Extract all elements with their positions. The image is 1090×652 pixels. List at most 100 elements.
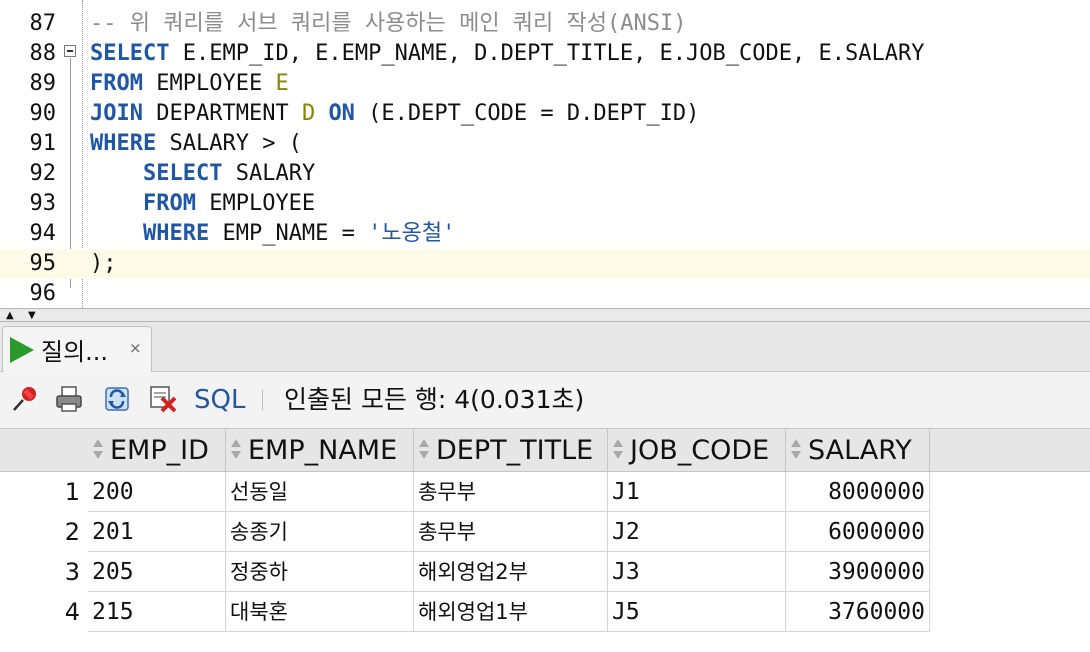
code-token: EMPLOYEE xyxy=(142,71,276,96)
fetch-status: 인출된 모든 행: 4(0.031초) xyxy=(284,385,585,414)
code-text: FROM EMPLOYEE xyxy=(90,189,315,219)
print-icon[interactable] xyxy=(54,384,84,414)
line-number: 94 xyxy=(29,221,57,246)
splitter-up-icon[interactable]: ▲ xyxy=(6,311,14,321)
table-cell[interactable]: 200 xyxy=(88,472,226,512)
sort-icon[interactable] xyxy=(418,436,430,462)
editor-line[interactable]: 90 JOIN DEPARTMENT D ON (E.DEPT_CODE = D.… xyxy=(0,99,1090,129)
table-cell[interactable]: 205 xyxy=(88,552,226,592)
sort-icon[interactable] xyxy=(790,436,802,462)
table-cell[interactable]: 정중하 xyxy=(226,552,414,592)
column-header-emp-id[interactable]: EMP_ID xyxy=(88,429,226,473)
column-header-salary[interactable]: SALARY xyxy=(786,429,930,473)
table-cell[interactable]: 201 xyxy=(88,512,226,552)
code-token: SELECT xyxy=(90,41,170,66)
results-tabbar: 질의... × xyxy=(0,322,1090,372)
code-token: FROM xyxy=(90,71,143,96)
table-cell[interactable]: 총무부 xyxy=(414,472,608,512)
sort-icon[interactable] xyxy=(612,436,624,462)
table-cell[interactable]: J2 xyxy=(608,512,786,552)
code-text: SELECT E.EMP_ID, E.EMP_NAME, D.DEPT_TITL… xyxy=(90,39,924,69)
code-token: DEPARTMENT xyxy=(142,101,302,126)
table-row[interactable]: 2 201 송종기 총무부 J2 6000000 xyxy=(0,512,1090,552)
column-header-label: EMP_NAME xyxy=(248,435,398,466)
splitter-down-icon[interactable]: ▼ xyxy=(28,311,36,321)
delete-icon[interactable] xyxy=(148,384,178,414)
column-header-label: JOB_CODE xyxy=(630,435,770,466)
table-row[interactable]: 4 215 대북혼 해외영업1부 J5 3760000 xyxy=(0,592,1090,632)
code-token: E xyxy=(275,71,289,96)
line-number: 96 xyxy=(29,281,57,306)
line-number: 88 xyxy=(29,41,57,66)
code-token: ); xyxy=(90,251,117,276)
code-token: JOIN xyxy=(90,101,143,126)
panel-splitter[interactable]: ▲ ▼ xyxy=(0,308,1090,322)
row-number: 4 xyxy=(64,598,80,626)
table-cell[interactable]: 총무부 xyxy=(414,512,608,552)
table-cell[interactable]: 선동일 xyxy=(226,472,414,512)
column-header-emp-name[interactable]: EMP_NAME xyxy=(226,429,414,473)
table-cell[interactable]: 215 xyxy=(88,592,226,632)
code-text: -- 위 쿼리를 서브 쿼리를 사용하는 메인 쿼리 작성(ANSI) xyxy=(90,9,686,39)
code-token: SALARY xyxy=(222,161,316,186)
line-number: 87 xyxy=(29,11,57,36)
table-cell[interactable]: J5 xyxy=(608,592,786,632)
table-cell[interactable]: 해외영업2부 xyxy=(414,552,608,592)
line-number: 89 xyxy=(29,71,57,96)
editor-line[interactable]: 96 xyxy=(0,279,1090,309)
code-token: EMP_NAME = xyxy=(209,221,369,246)
column-header-dept-title[interactable]: DEPT_TITLE xyxy=(414,429,608,473)
editor-line[interactable]: 92 SELECT SALARY xyxy=(0,159,1090,189)
code-text: FROM EMPLOYEE E xyxy=(90,69,289,99)
results-grid: EMP_ID EMP_NAME DEPT_TITLE JOB_CODE SALARY 1… xyxy=(0,428,1090,652)
table-cell[interactable]: 6000000 xyxy=(786,512,930,552)
code-text: ); xyxy=(90,249,117,279)
editor-line[interactable]: 93 FROM EMPLOYEE xyxy=(0,189,1090,219)
editor-line[interactable]: 87 -- 위 쿼리를 서브 쿼리를 사용하는 메인 쿼리 작성(ANSI) xyxy=(0,9,1090,39)
row-number: 1 xyxy=(64,478,80,506)
table-cell[interactable]: 8000000 xyxy=(786,472,930,512)
code-text: WHERE EMP_NAME = '노옹철' xyxy=(90,219,455,249)
column-header-label: DEPT_TITLE xyxy=(436,435,594,466)
sort-icon[interactable] xyxy=(230,436,242,462)
code-token: ON xyxy=(328,101,355,126)
table-cell[interactable]: J3 xyxy=(608,552,786,592)
line-number: 91 xyxy=(29,131,57,156)
editor-line[interactable]: 94 WHERE EMP_NAME = '노옹철' xyxy=(0,219,1090,249)
editor-line[interactable]: 89 FROM EMPLOYEE E xyxy=(0,69,1090,99)
sort-icon[interactable] xyxy=(92,436,104,462)
code-token: SELECT xyxy=(142,161,223,186)
editor-line[interactable]: 88 SELECT E.EMP_ID, E.EMP_NAME, D.DEPT_TI… xyxy=(0,39,1090,69)
line-number: 90 xyxy=(29,101,57,126)
sql-link[interactable]: SQL xyxy=(194,384,245,416)
table-cell[interactable]: 대북혼 xyxy=(226,592,414,632)
table-cell[interactable]: J1 xyxy=(608,472,786,512)
code-token: EMPLOYEE xyxy=(195,191,316,216)
table-row[interactable]: 1 200 선동일 총무부 J1 8000000 xyxy=(0,472,1090,512)
toolbar-separator xyxy=(262,390,263,410)
code-token: FROM xyxy=(142,191,196,216)
play-icon xyxy=(10,337,34,363)
code-text: JOIN DEPARTMENT D ON (E.DEPT_CODE = D.DE… xyxy=(90,99,699,129)
table-row[interactable]: 3 205 정중하 해외영업2부 J3 3900000 xyxy=(0,552,1090,592)
tab-close-icon[interactable]: × xyxy=(129,339,142,357)
table-cell[interactable]: 3900000 xyxy=(786,552,930,592)
refresh-icon[interactable] xyxy=(102,384,132,414)
code-token: SALARY > ( xyxy=(156,131,302,156)
sql-editor[interactable]: 87 -- 위 쿼리를 서브 쿼리를 사용하는 메인 쿼리 작성(ANSI) 88 S… xyxy=(0,0,1090,310)
pin-icon[interactable] xyxy=(10,384,40,414)
code-token: D xyxy=(301,101,316,126)
tab-query-result[interactable]: 질의... × xyxy=(2,326,152,372)
code-text: WHERE SALARY > ( xyxy=(90,129,302,159)
editor-line[interactable]: 95); xyxy=(0,249,1090,279)
table-cell[interactable]: 3760000 xyxy=(786,592,930,632)
column-header-job-code[interactable]: JOB_CODE xyxy=(608,429,786,473)
results-panel: 질의... × SQL 인출된 모든 행: 4(0.031초) EMP_ID E… xyxy=(0,322,1090,652)
row-number: 2 xyxy=(64,518,80,546)
editor-line[interactable]: 91 WHERE SALARY > ( xyxy=(0,129,1090,159)
table-cell[interactable]: 해외영업1부 xyxy=(414,592,608,632)
table-cell[interactable]: 송종기 xyxy=(226,512,414,552)
fold-collapse-icon[interactable] xyxy=(64,45,76,57)
